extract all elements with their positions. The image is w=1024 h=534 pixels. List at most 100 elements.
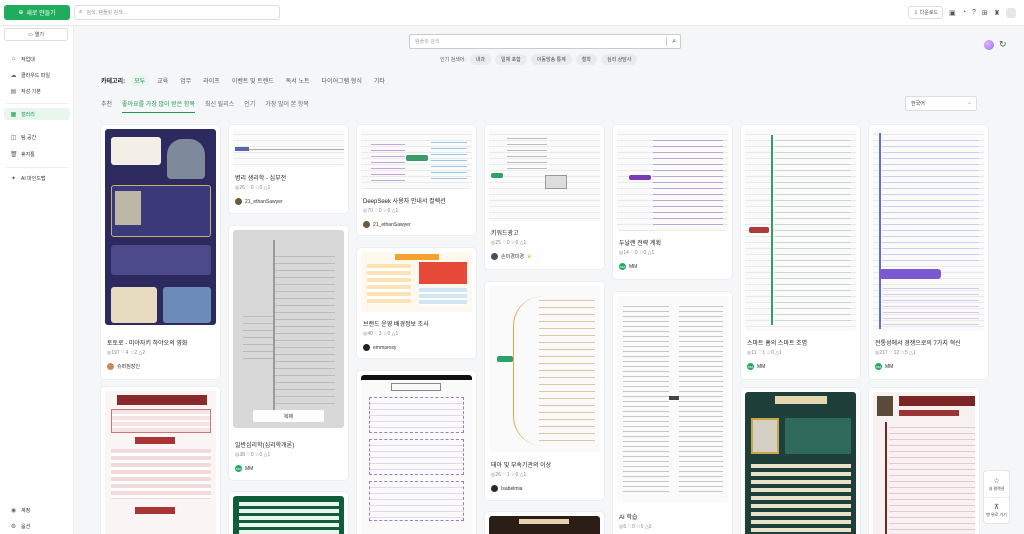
top-search-input[interactable]: ⌕ 검색, 템플릿 검색... xyxy=(74,5,280,20)
template-search-input[interactable]: 템플릿 검색 ⌕ xyxy=(409,34,681,49)
template-card[interactable]: 스마트 홈의 스마트 조명 ◎11 ♡1 ☆0 △1 MM MM xyxy=(741,125,860,379)
bell-icon[interactable]: ◔ xyxy=(962,9,966,16)
template-card[interactable]: DeepSeek 사용자 안내서 컬렉션 ◎70 ♡0 ☆0 △1 21_eth… xyxy=(357,125,476,235)
category-item[interactable]: 교육 xyxy=(154,75,171,86)
sidebar-divider xyxy=(6,103,68,104)
author-name: 21_ethanSawyer xyxy=(373,221,411,228)
sidebar-item-label: 휴지통 xyxy=(21,151,35,158)
tab-latest[interactable]: 최신 릴리스 xyxy=(205,99,234,113)
card-author: MM MM xyxy=(619,263,637,270)
popular-tag[interactable]: 일체 포함 xyxy=(494,54,527,65)
category-item[interactable]: 이벤트 및 트렌드 xyxy=(229,75,277,86)
template-card[interactable]: 키워드광고 ◎25 ♡0 ☆0 △1 손미경미경 ♛ xyxy=(485,125,604,269)
download-label: 다운로드 xyxy=(919,10,939,16)
tab-most-liked[interactable]: 좋아요를 가장 많이 받은 항목 xyxy=(122,99,195,113)
chevron-down-icon: ⌄ xyxy=(966,100,972,106)
apps-icon[interactable]: ⊞ xyxy=(982,9,988,17)
trash-icon: 🗑 xyxy=(10,151,18,158)
template-card[interactable]: 태아 및 부속기관의 이상 ◎26 ♡1 ☆0 △1 Isabelmia xyxy=(485,282,604,500)
template-card[interactable]: AI 학습 ◎5 ♡0 ☆0 △0 xyxy=(613,292,732,534)
star-icon: ☆ xyxy=(993,477,1000,485)
back-to-top-button[interactable]: ⊼ 맨 위로 가기 xyxy=(984,497,1009,523)
card-thumbnail xyxy=(361,375,472,534)
sidebar-item-options[interactable]: ⚙ 옵션 xyxy=(4,520,70,532)
popular-tag[interactable]: 이동방송 통계 xyxy=(530,54,572,65)
card-stats: ◎40 ♡3 ☆0 △1 xyxy=(363,331,399,337)
category-item[interactable]: 업무 xyxy=(177,75,194,86)
card-title: 토토로 - 미야자키 하야오의 영화 xyxy=(107,341,188,347)
copy-button[interactable]: 복제 xyxy=(253,410,324,422)
popular-tag[interactable]: 철학 xyxy=(575,54,597,65)
sidebar-item-ai-mindmap[interactable]: ✦ AI 마인드맵 xyxy=(4,172,70,184)
card-stats: ◎26 ♡0 ☆0 △1 xyxy=(235,185,271,191)
sidebar-item-account[interactable]: ◉ 계정 xyxy=(4,504,70,516)
author-avatar: MM xyxy=(619,263,626,270)
template-card[interactable]: 두날랜 전략 계획 ◎14 ♡0 ☆0 △1 MM MM xyxy=(613,125,732,279)
popular-tag[interactable]: 내과 xyxy=(469,54,491,65)
category-item[interactable]: 다이어그램 형식 xyxy=(319,75,365,86)
author-avatar: MM xyxy=(875,363,882,370)
popular-label: 인기 검색어: xyxy=(440,57,466,63)
category-item[interactable]: 독서 노트 xyxy=(283,75,313,86)
author-name: MM xyxy=(885,363,894,370)
card-thumbnail xyxy=(361,129,472,189)
copy-button-label: 복제 xyxy=(283,413,294,420)
template-card[interactable] xyxy=(741,388,860,534)
tab-popular[interactable]: 인기 xyxy=(244,99,255,113)
card-author: 21_ethanSawyer xyxy=(363,221,411,228)
card-title: 전통성에서 경쟁으로의 7가지 혁신 xyxy=(875,341,961,347)
sidebar-item-desk[interactable]: ⌂ 작업대 xyxy=(4,53,70,65)
template-card[interactable] xyxy=(869,388,979,534)
template-card[interactable] xyxy=(101,387,220,534)
sidebar-item-label: 계정 xyxy=(21,507,31,514)
template-card[interactable] xyxy=(357,371,476,534)
card-thumbnail xyxy=(489,286,600,452)
my-collection-label: 내 컬렉션 xyxy=(988,485,1005,491)
sidebar-item-gallery[interactable]: ▦ 갤러리 xyxy=(4,108,70,120)
open-button[interactable]: ▭ 열기 xyxy=(4,28,68,41)
card-title: 일반심리학(심리학개론) xyxy=(235,443,295,449)
card-thumbnail xyxy=(617,296,728,502)
author-name: emmarosy xyxy=(373,344,397,351)
sidebar: ▭ 열기 ⌂ 작업대 ☁ 클라우드 파일 ▤ 작성 기본 ▦ 갤러리 ◫ 팀 공… xyxy=(0,26,74,534)
language-select[interactable]: 한국어 ⌄ xyxy=(905,96,977,111)
template-card[interactable] xyxy=(485,512,604,534)
card-author: MM MM xyxy=(747,363,765,370)
tab-most-viewed[interactable]: 가장 많이 본 항목 xyxy=(265,99,309,113)
card-thumbnail xyxy=(105,129,216,325)
template-card[interactable] xyxy=(229,492,348,534)
sidebar-item-template[interactable]: ▤ 작성 기본 xyxy=(4,85,70,97)
gift-icon[interactable]: ♜ xyxy=(994,9,1000,17)
category-item[interactable]: 라이프 xyxy=(200,75,223,86)
folder-icon: ▭ xyxy=(28,31,33,38)
download-button[interactable]: ⇩ 다운로드 xyxy=(908,6,944,19)
template-card[interactable]: 복제 일반심리학(심리학개론) ◎38 ♡0 ☆0 △1 MM MM xyxy=(229,226,348,480)
help-icon[interactable]: ? xyxy=(972,9,976,16)
template-card[interactable]: 브랜드 운영 배경정보 조사 ◎40 ♡3 ☆0 △1 emmarosy xyxy=(357,248,476,358)
refresh-icon[interactable]: ↻ xyxy=(999,39,1007,50)
ai-orb-icon[interactable] xyxy=(984,40,994,50)
doc-icon[interactable]: ▣ xyxy=(949,9,956,17)
card-thumbnail xyxy=(873,129,984,331)
search-icon[interactable]: ⌕ xyxy=(672,38,676,46)
new-button[interactable]: ⊕ 새로 만들기 xyxy=(4,5,70,20)
category-item[interactable]: 기타 xyxy=(371,75,388,86)
tab-recommended[interactable]: 추천 xyxy=(101,99,112,113)
sidebar-item-trash[interactable]: 🗑 휴지통 xyxy=(4,148,70,160)
card-stats: ◎5 ♡0 ☆0 △0 xyxy=(619,524,652,530)
sidebar-item-label: 작성 기본 xyxy=(21,88,41,95)
popular-tag[interactable]: 심리 상담사 xyxy=(600,54,638,65)
template-card[interactable]: 전통성에서 경쟁으로의 7가지 혁신 ◎217 ♡12 ☆5 △1 MM MM xyxy=(869,125,988,379)
avatar[interactable] xyxy=(1006,7,1016,18)
template-card[interactable]: 토토로 - 미야자키 하야오의 영화 ◎197 ♡4 ☆2 △2 슈퍼짐장인 xyxy=(101,125,220,379)
open-button-label: 열기 xyxy=(34,32,44,38)
category-all[interactable]: 모두 xyxy=(131,75,149,86)
floating-tools: ☆ 내 컬렉션 ⊼ 맨 위로 가기 xyxy=(984,471,1009,523)
my-collection-button[interactable]: ☆ 내 컬렉션 xyxy=(984,471,1009,497)
template-card[interactable]: 병리 생리학 - 심부전 ◎26 ♡0 ☆0 △1 21_ethanSawyer xyxy=(229,125,348,213)
sidebar-item-label: 클라우드 파일 xyxy=(21,72,50,79)
plus-icon: ⊕ xyxy=(18,10,24,16)
sidebar-item-team[interactable]: ◫ 팀 공간 xyxy=(4,131,70,143)
card-stats: ◎197 ♡4 ☆2 △2 xyxy=(107,350,146,356)
sidebar-item-cloud[interactable]: ☁ 클라우드 파일 xyxy=(4,69,70,81)
